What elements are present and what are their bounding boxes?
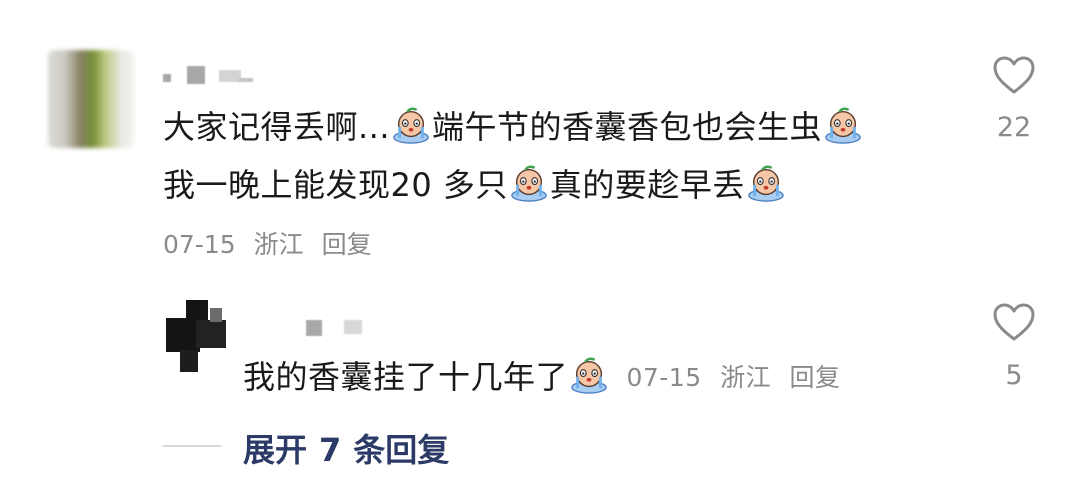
reply-text-part: 我的香囊挂了十几年了 [243,358,569,396]
crying-emoji-icon [511,165,547,202]
comment-date: 07-15 [163,230,236,259]
reply-date: 07-15 [626,363,702,392]
reply-text: 我的香囊挂了十几年了 07-15 浙江 回复 [243,356,851,398]
comment-text-line2: 我一晚上能发现20 多只 真的要趁早丢 [163,164,787,205]
comment-meta: 07-15 浙江 回复 [163,225,382,261]
username[interactable] [163,60,263,88]
expand-label: 展开 [243,431,308,469]
expand-count: 7 [319,431,342,469]
avatar[interactable] [48,50,134,148]
reply-button[interactable]: 回复 [322,230,372,259]
comment-text-part: 端午节的香囊香包也会生虫 [432,108,823,146]
like-count: 5 [1005,360,1023,391]
comment-text-part: 真的要趁早丢 [549,166,745,204]
heart-outline-icon[interactable] [992,55,1036,95]
reply-button[interactable]: 回复 [790,363,841,392]
comment-location: 浙江 [253,230,304,259]
expand-label: 条回复 [353,431,450,469]
avatar[interactable] [166,300,238,372]
crying-emoji-icon [825,107,861,144]
username[interactable] [298,316,378,340]
crying-emoji-icon [748,165,784,202]
comment-text-part: 我一晚上能发现20 多只 [163,166,508,204]
like-count: 22 [996,112,1032,143]
expand-replies-button[interactable]: 展开 7 条回复 [243,425,461,471]
crying-emoji-icon [393,107,429,144]
reply-location: 浙江 [720,363,772,392]
comment-text: 大家记得丢啊... 端午节的香囊香包也会生虫 [163,106,864,147]
crying-emoji-icon [571,357,607,394]
heart-outline-icon[interactable] [992,302,1036,342]
divider [163,445,221,447]
comment-text-part: 大家记得丢啊... [163,108,391,146]
